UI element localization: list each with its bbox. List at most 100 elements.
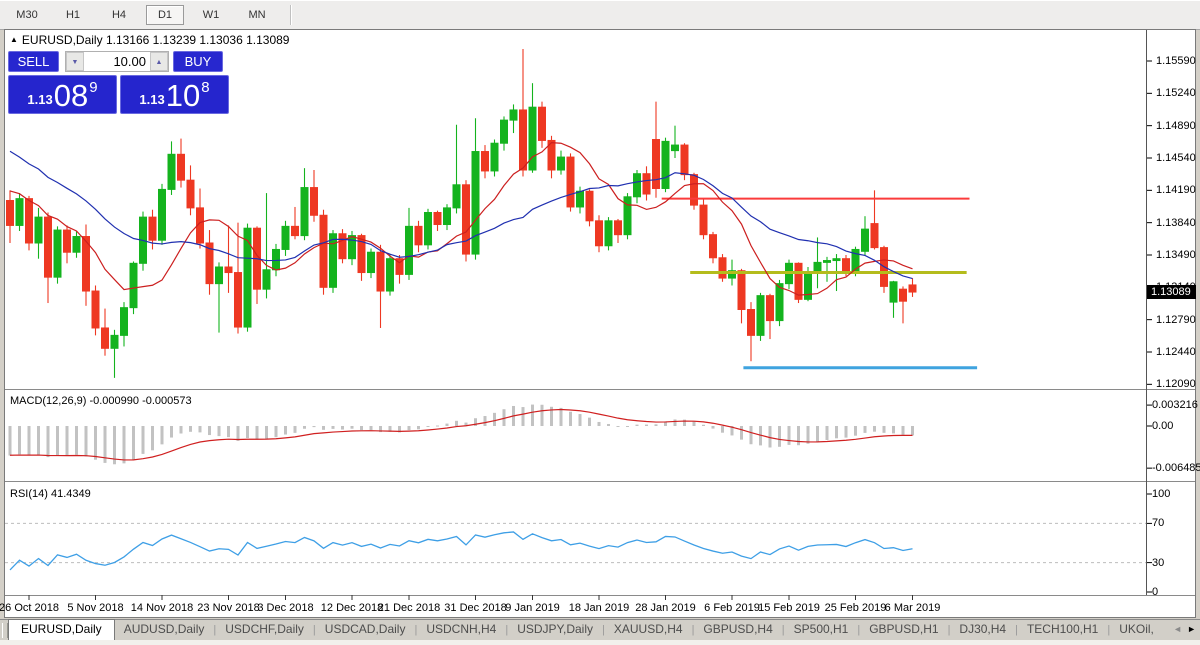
tab-navigation: ◄► (1168, 624, 1196, 634)
macd-indicator-label: MACD(12,26,9) -0.000990 -0.000573 (10, 395, 192, 407)
candle (491, 143, 498, 171)
candle (349, 236, 356, 259)
tab-audusd-daily[interactable]: AUDUSD,Daily (115, 620, 214, 639)
price-tick-label: 1.14540 (1156, 152, 1196, 164)
tab-ukoil-[interactable]: UKOil, (1110, 620, 1163, 639)
price-tick-label: 1.15590 (1156, 55, 1196, 67)
candle (187, 180, 194, 208)
candle (567, 157, 574, 207)
price-tick-label: 1.12090 (1156, 378, 1196, 390)
candle (472, 152, 479, 255)
tab-usdjpy-daily[interactable]: USDJPY,Daily (508, 620, 602, 639)
buy-button[interactable]: BUY (173, 51, 223, 72)
sell-price-display[interactable]: 1.13089 (8, 75, 117, 114)
candle (757, 296, 764, 336)
tab-eurusd-daily[interactable]: EURUSD,Daily (8, 619, 115, 640)
candle (624, 197, 631, 235)
date-tick-label: 31 Dec 2018 (444, 602, 506, 614)
date-tick-label: 6 Feb 2019 (704, 602, 760, 614)
rsi-axis-label: 0 (1152, 586, 1158, 598)
tab-tech100-h1[interactable]: TECH100,H1 (1018, 620, 1107, 639)
date-tick-label: 18 Jan 2019 (569, 602, 630, 614)
candle (178, 154, 185, 180)
price-tick-label: 1.13840 (1156, 217, 1196, 229)
volume-increase-icon[interactable]: ▲ (150, 52, 168, 71)
candle (406, 226, 413, 274)
date-tick-label: 5 Nov 2018 (67, 602, 123, 614)
candle (909, 285, 916, 292)
candle (26, 199, 33, 243)
candle (871, 224, 878, 248)
price-tick-label: 1.15240 (1156, 87, 1196, 99)
date-tick-label: 14 Nov 2018 (131, 602, 193, 614)
date-tick-label: 9 Jan 2019 (505, 602, 559, 614)
tab-gbpusd-h1[interactable]: GBPUSD,H1 (860, 620, 947, 639)
tab-dj30-h4[interactable]: DJ30,H4 (950, 620, 1015, 639)
symbol-tabbar: EURUSD,DailyAUDUSD,Daily|USDCHF,Daily|US… (0, 619, 1200, 645)
candle (833, 259, 840, 261)
rsi-axis-label: 30 (1152, 557, 1164, 569)
date-tick-label: 12 Dec 2018 (321, 602, 383, 614)
macd-axis-label: 0.003216 (1152, 399, 1198, 411)
chart-symbol-label: EURUSD,Daily (22, 33, 103, 47)
buy-price-prefix: 1.13 (139, 92, 164, 113)
candle (225, 267, 232, 273)
rsi-axis-label: 100 (1152, 488, 1170, 500)
tabbar-understrip (0, 640, 1200, 645)
buy-price-display[interactable]: 1.13108 (120, 75, 229, 114)
candle (767, 296, 774, 321)
candle (149, 217, 156, 240)
date-tick-label: 25 Feb 2019 (825, 602, 887, 614)
volume-input[interactable]: 10.00 (84, 52, 150, 71)
candle (814, 262, 821, 272)
candle (111, 335, 118, 348)
sell-price-big: 08 (53, 79, 89, 113)
tab-gbpusd-h4[interactable]: GBPUSD,H4 (694, 620, 781, 639)
candle (900, 289, 907, 301)
candle (54, 230, 61, 277)
sell-price-sup: 9 (89, 79, 97, 113)
candle (320, 215, 327, 287)
candle (415, 226, 422, 244)
candle (216, 267, 223, 284)
candle (653, 140, 660, 189)
tabs-scroll-right-icon[interactable]: ► (1187, 624, 1196, 634)
candle (282, 226, 289, 249)
candle (890, 282, 897, 302)
candle (605, 221, 612, 246)
tab-sp500-h1[interactable]: SP500,H1 (785, 620, 858, 639)
chart-ohlc-values: 1.13166 1.13239 1.13036 1.13089 (106, 33, 290, 47)
candle (377, 252, 384, 291)
collapse-arrow-icon[interactable]: ▲ (10, 35, 18, 44)
candle (244, 228, 251, 327)
candle (558, 157, 565, 170)
candle (710, 235, 717, 258)
tab-usdchf-daily[interactable]: USDCHF,Daily (216, 620, 313, 639)
tab-usdcnh-h4[interactable]: USDCNH,H4 (417, 620, 505, 639)
chart-title: ▲ EURUSD,Daily 1.13166 1.13239 1.13036 1.… (10, 33, 289, 47)
mt4-window: M30 H1 H4 D1 W1 MN ▲EURUSD,Daily 1.13166… (0, 0, 1200, 644)
tab-usdcad-daily[interactable]: USDCAD,Daily (316, 620, 415, 639)
date-tick-label: 23 Nov 2018 (197, 602, 259, 614)
candle (273, 249, 280, 269)
candle (662, 141, 669, 188)
candle (292, 226, 299, 235)
candle (776, 284, 783, 321)
candle (444, 208, 451, 225)
tabs-row: EURUSD,DailyAUDUSD,Daily|USDCHF,Daily|US… (8, 620, 1163, 639)
candle (586, 191, 593, 221)
rsi-axis-label: 70 (1152, 517, 1164, 529)
candle (520, 110, 527, 170)
candle (681, 145, 688, 175)
tabs-scroll-left-icon[interactable]: ◄ (1173, 624, 1182, 634)
tab-xauusd-h4[interactable]: XAUUSD,H4 (605, 620, 692, 639)
buy-price-sup: 8 (201, 79, 209, 113)
candle (738, 271, 745, 310)
candle (330, 234, 337, 288)
candle (510, 110, 517, 120)
buy-price-big: 10 (165, 79, 201, 113)
candle (824, 261, 831, 263)
sell-button[interactable]: SELL (8, 51, 59, 72)
volume-decrease-icon[interactable]: ▼ (66, 52, 84, 71)
candle (634, 174, 641, 197)
